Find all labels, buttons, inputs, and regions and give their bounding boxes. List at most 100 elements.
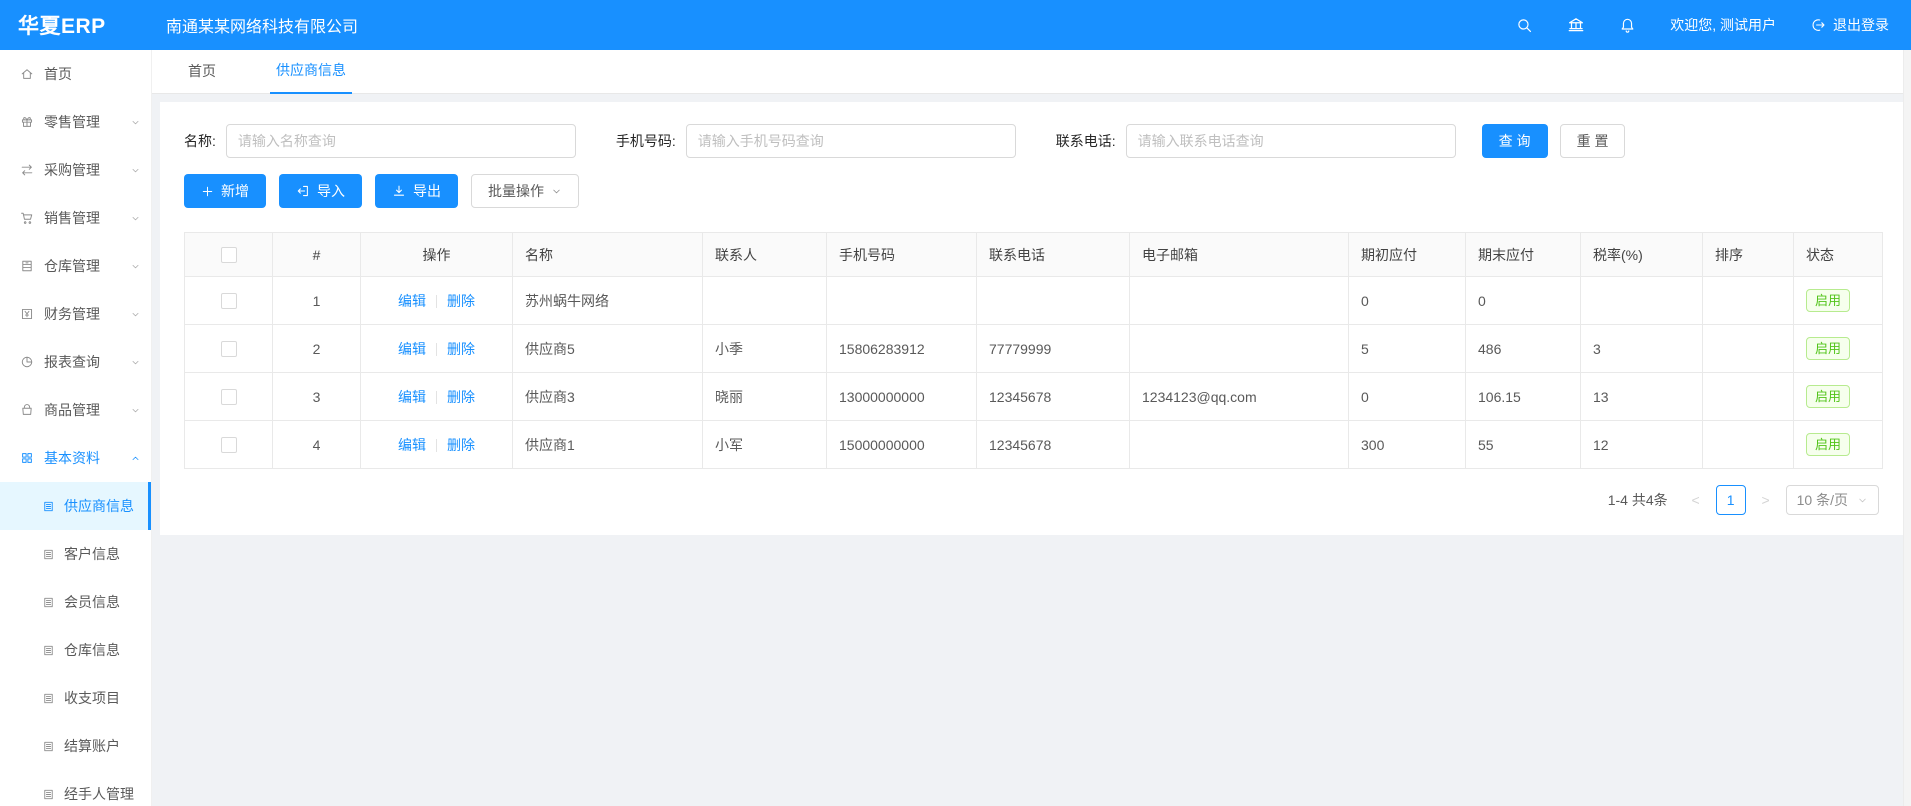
column-header: 联系人: [703, 233, 827, 277]
sidebar-item-label: 商品管理: [44, 400, 130, 420]
cell-phone: [827, 277, 977, 325]
download-icon: [392, 184, 406, 198]
tab-supplier-info[interactable]: 供应商信息: [270, 60, 352, 94]
edit-link[interactable]: 编辑: [398, 437, 426, 453]
delete-link[interactable]: 删除: [447, 437, 475, 453]
cell-operations: 编辑 删除: [361, 373, 513, 421]
search-button[interactable]: 查 询: [1482, 124, 1548, 158]
cell-name: 供应商5: [513, 325, 703, 373]
column-header: 名称: [513, 233, 703, 277]
cell-email: [1130, 421, 1349, 469]
sidebar-item-finance[interactable]: 财务管理: [0, 290, 151, 338]
sidebar-menu: 首页零售管理采购管理销售管理仓库管理财务管理报表查询商品管理基本资料供应商信息客…: [0, 50, 152, 806]
document-icon: [42, 692, 55, 705]
sidebar-subitem-warehouse-info[interactable]: 仓库信息: [0, 626, 151, 674]
page-size-select[interactable]: 10 条/页: [1786, 485, 1879, 515]
row-checkbox[interactable]: [221, 437, 237, 453]
import-button[interactable]: 导入: [279, 174, 362, 208]
document-icon: [42, 500, 55, 513]
cell-sort: [1703, 277, 1794, 325]
edit-link[interactable]: 编辑: [398, 389, 426, 405]
pagination-prev-button[interactable]: <: [1684, 492, 1708, 508]
cell-end-payable: 55: [1466, 421, 1581, 469]
welcome-text: 欢迎您, 测试用户: [1670, 15, 1776, 35]
edit-link[interactable]: 编辑: [398, 341, 426, 357]
name-filter-input[interactable]: [226, 124, 576, 158]
delete-link[interactable]: 删除: [447, 341, 475, 357]
cell-tax-rate: 13: [1581, 373, 1703, 421]
supplier-table-wrap: #操作名称联系人手机号码联系电话电子邮箱期初应付期末应付税率(%)排序状态 1编…: [184, 232, 1879, 469]
cell-begin-payable: 300: [1349, 421, 1466, 469]
column-header: 排序: [1703, 233, 1794, 277]
table-row: 1编辑删除苏州蜗牛网络00启用: [185, 277, 1883, 325]
purchase-icon: [20, 163, 34, 177]
row-checkbox[interactable]: [221, 341, 237, 357]
column-header: 税率(%): [1581, 233, 1703, 277]
document-icon: [42, 644, 55, 657]
chevron-down-icon: [130, 357, 141, 368]
sidebar-item-sales[interactable]: 销售管理: [0, 194, 151, 242]
bank-icon[interactable]: [1567, 16, 1585, 34]
logout-icon: [1810, 17, 1826, 33]
cell-index: 3: [273, 373, 361, 421]
row-checkbox[interactable]: [221, 293, 237, 309]
app-logo: 华夏ERP: [0, 10, 152, 40]
pagination-total: 1-4 共4条: [1608, 490, 1668, 510]
delete-link[interactable]: 删除: [447, 293, 475, 309]
select-all-header-cell: [185, 233, 273, 277]
toolbar-row: 新增 导入 导出 批量操作: [184, 174, 1879, 208]
sidebar-item-report[interactable]: 报表查询: [0, 338, 151, 386]
delete-link[interactable]: 删除: [447, 389, 475, 405]
page-scrollbar[interactable]: [1903, 50, 1911, 806]
cell-tel: 12345678: [977, 373, 1130, 421]
logout-button[interactable]: 退出登录: [1810, 15, 1889, 35]
add-button[interactable]: 新增: [184, 174, 266, 208]
sidebar-item-retail[interactable]: 零售管理: [0, 98, 151, 146]
column-header: 期初应付: [1349, 233, 1466, 277]
sidebar-subitem-income-expense[interactable]: 收支项目: [0, 674, 151, 722]
operation-divider: [436, 295, 437, 308]
reset-button[interactable]: 重 置: [1560, 124, 1626, 158]
cell-begin-payable: 5: [1349, 325, 1466, 373]
batch-operations-dropdown[interactable]: 批量操作: [471, 174, 579, 208]
sidebar-subitem-supplier[interactable]: 供应商信息: [0, 482, 151, 530]
topbar-actions: 欢迎您, 测试用户 退出登录: [1516, 15, 1911, 35]
sidebar-item-label: 零售管理: [44, 112, 130, 132]
company-name: 南通某某网络科技有限公司: [166, 13, 358, 37]
operation-divider: [436, 439, 437, 452]
edit-link[interactable]: 编辑: [398, 293, 426, 309]
sidebar-item-goods[interactable]: 商品管理: [0, 386, 151, 434]
tab-home[interactable]: 首页: [182, 61, 222, 93]
operation-divider: [436, 391, 437, 404]
sidebar-subitem-member[interactable]: 会员信息: [0, 578, 151, 626]
page-tabbar: 首页 供应商信息: [152, 50, 1911, 94]
notification-bell-icon[interactable]: [1619, 17, 1636, 34]
sidebar-item-warehouse[interactable]: 仓库管理: [0, 242, 151, 290]
sidebar-item-basic[interactable]: 基本资料: [0, 434, 151, 482]
pagination-page-1[interactable]: 1: [1716, 485, 1746, 515]
cell-name: 供应商3: [513, 373, 703, 421]
cell-sort: [1703, 373, 1794, 421]
search-icon[interactable]: [1516, 17, 1533, 34]
cell-sort: [1703, 325, 1794, 373]
sidebar-item-purchase[interactable]: 采购管理: [0, 146, 151, 194]
plus-icon: [201, 185, 214, 198]
table-row: 3编辑删除供应商3晓丽13000000000123456781234123@qq…: [185, 373, 1883, 421]
sidebar-subitem-customer[interactable]: 客户信息: [0, 530, 151, 578]
cell-tel: [977, 277, 1130, 325]
cell-phone: 15000000000: [827, 421, 977, 469]
sidebar-item-home[interactable]: 首页: [0, 50, 151, 98]
sidebar-subitem-handler[interactable]: 经手人管理: [0, 770, 151, 806]
filter-group-tel: 联系电话:: [1056, 124, 1456, 158]
row-checkbox[interactable]: [221, 389, 237, 405]
tel-filter-input[interactable]: [1126, 124, 1456, 158]
cell-operations: 编辑 删除: [361, 277, 513, 325]
phone-filter-input[interactable]: [686, 124, 1016, 158]
chevron-down-icon: [130, 213, 141, 224]
export-button[interactable]: 导出: [375, 174, 458, 208]
status-badge: 启用: [1806, 385, 1850, 408]
cell-email: [1130, 277, 1349, 325]
pagination-next-button[interactable]: >: [1754, 492, 1778, 508]
sidebar-subitem-settlement-account[interactable]: 结算账户: [0, 722, 151, 770]
select-all-checkbox[interactable]: [221, 247, 237, 263]
